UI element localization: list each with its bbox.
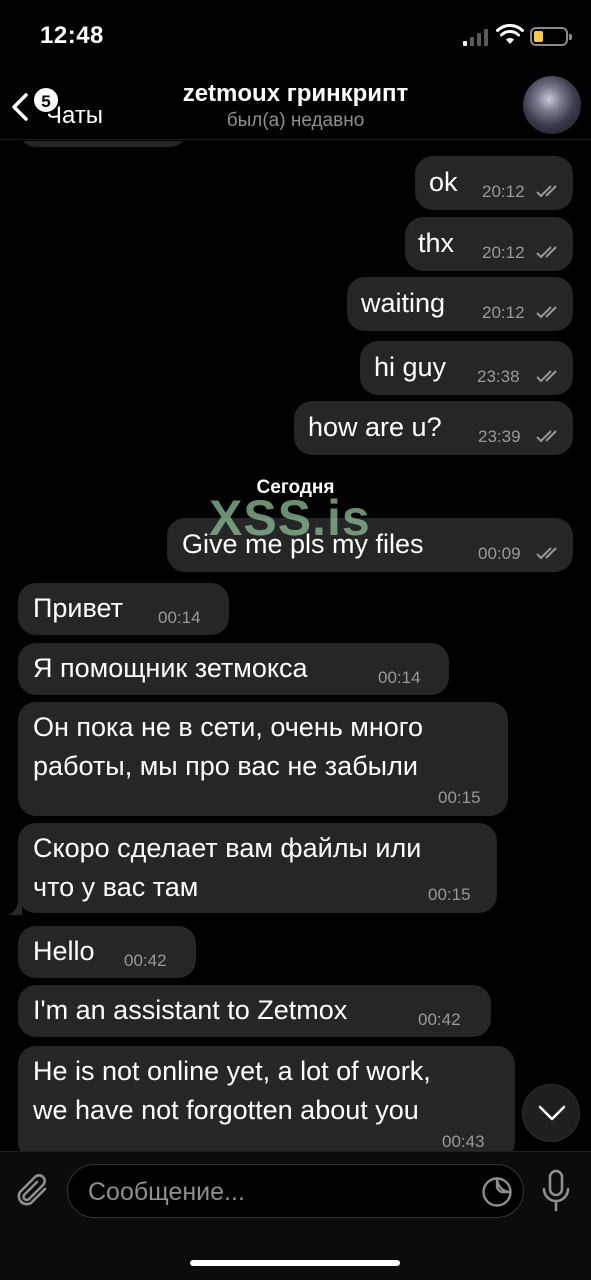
message-text: Привет [33, 593, 124, 623]
status-bar: 12:48 [0, 0, 591, 70]
message-text-line: Он пока не в сети, очень много [33, 712, 424, 742]
message-time: 00:42 [124, 951, 167, 970]
message-time: 00:09 [478, 544, 521, 563]
message-text: Hello [33, 936, 95, 966]
scroll-down-button[interactable] [522, 1084, 580, 1142]
chat-title[interactable]: zetmoux гринкрипт [0, 80, 591, 108]
battery-icon [530, 27, 572, 46]
status-time: 12:48 [40, 22, 104, 49]
message-input[interactable] [88, 1175, 468, 1209]
message-bubble-in[interactable]: Скоро сделает вам файлы или что у вас та… [18, 823, 497, 913]
message-bubble-out[interactable]: how are u? 23:39 [294, 401, 573, 455]
message-bubble-out[interactable]: ok 20:12 [415, 156, 573, 210]
message-bubble-in[interactable]: Я помощник зетмокса 00:14 [18, 643, 449, 695]
double-check-icon [536, 547, 557, 560]
double-check-icon [536, 370, 557, 383]
message-text: thx [418, 228, 455, 258]
double-check-icon [536, 430, 557, 443]
message-input-box[interactable] [67, 1164, 524, 1218]
chat-header: Чаты 5 zetmoux гринкрипт был(а) недавно [0, 70, 591, 140]
message-bubble-out[interactable]: hi guy 23:38 [360, 341, 573, 395]
message-text-line: что у вас там [33, 872, 199, 902]
paperclip-icon[interactable] [14, 1172, 52, 1212]
message-text-line: Скоро сделает вам файлы или [33, 833, 422, 863]
message-bubble-in[interactable]: He is not online yet, a lot of work, we … [18, 1046, 515, 1151]
home-indicator [190, 1260, 400, 1266]
message-time: 00:14 [378, 668, 421, 687]
message-bubble-in[interactable]: Привет 00:14 [18, 583, 229, 635]
message-bubble-in[interactable]: Он пока не в сети, очень много работы, м… [18, 702, 508, 816]
message-list[interactable]: ok 20:12 thx 20:12 waiting 20:12 hi guy … [0, 141, 591, 1151]
message-time: 23:38 [477, 367, 520, 386]
message-bubble-out[interactable]: thx 20:12 [405, 217, 573, 271]
wifi-icon [496, 24, 524, 44]
message-time: 00:14 [158, 608, 201, 627]
message-text-line: работы, мы про вас не забыли [33, 751, 418, 781]
watermark: XSS.is [209, 490, 371, 546]
message-text: waiting [361, 288, 446, 318]
double-check-icon [536, 185, 557, 198]
message-bubble-partial[interactable] [18, 141, 188, 147]
message-bubble-in[interactable]: I'm an assistant to Zetmox 00:42 [18, 985, 491, 1037]
cellular-signal-icon [463, 28, 491, 46]
double-check-icon [536, 306, 557, 319]
message-text: how are u? [308, 412, 442, 442]
message-time: 00:43 [442, 1132, 485, 1151]
message-bubble-out[interactable]: waiting 20:12 [347, 277, 573, 331]
message-text: Я помощник зетмокса [33, 653, 308, 683]
message-time: 20:12 [482, 243, 525, 262]
double-check-icon [536, 246, 557, 259]
message-text: I'm an assistant to Zetmox [33, 995, 348, 1025]
avatar[interactable] [523, 76, 581, 134]
message-time: 00:15 [428, 885, 471, 904]
last-seen-status: был(а) недавно [226, 110, 365, 131]
bubble-tail [8, 899, 22, 915]
message-text: ok [429, 167, 458, 197]
message-text: hi guy [374, 352, 447, 382]
message-time: 23:39 [478, 427, 521, 446]
message-bubble-in[interactable]: Hello 00:42 [18, 926, 196, 978]
message-text-line: we have not forgotten about you [33, 1095, 419, 1125]
message-time: 20:12 [482, 182, 525, 201]
message-time: 00:42 [418, 1010, 461, 1029]
message-time: 00:15 [438, 788, 481, 807]
chevron-down-icon [538, 1105, 566, 1121]
composer-bar [0, 1151, 591, 1280]
microphone-icon[interactable] [540, 1169, 572, 1213]
message-time: 20:12 [482, 303, 525, 322]
sticker-icon[interactable] [481, 1176, 513, 1208]
message-text-line: He is not online yet, a lot of work, [33, 1056, 431, 1086]
